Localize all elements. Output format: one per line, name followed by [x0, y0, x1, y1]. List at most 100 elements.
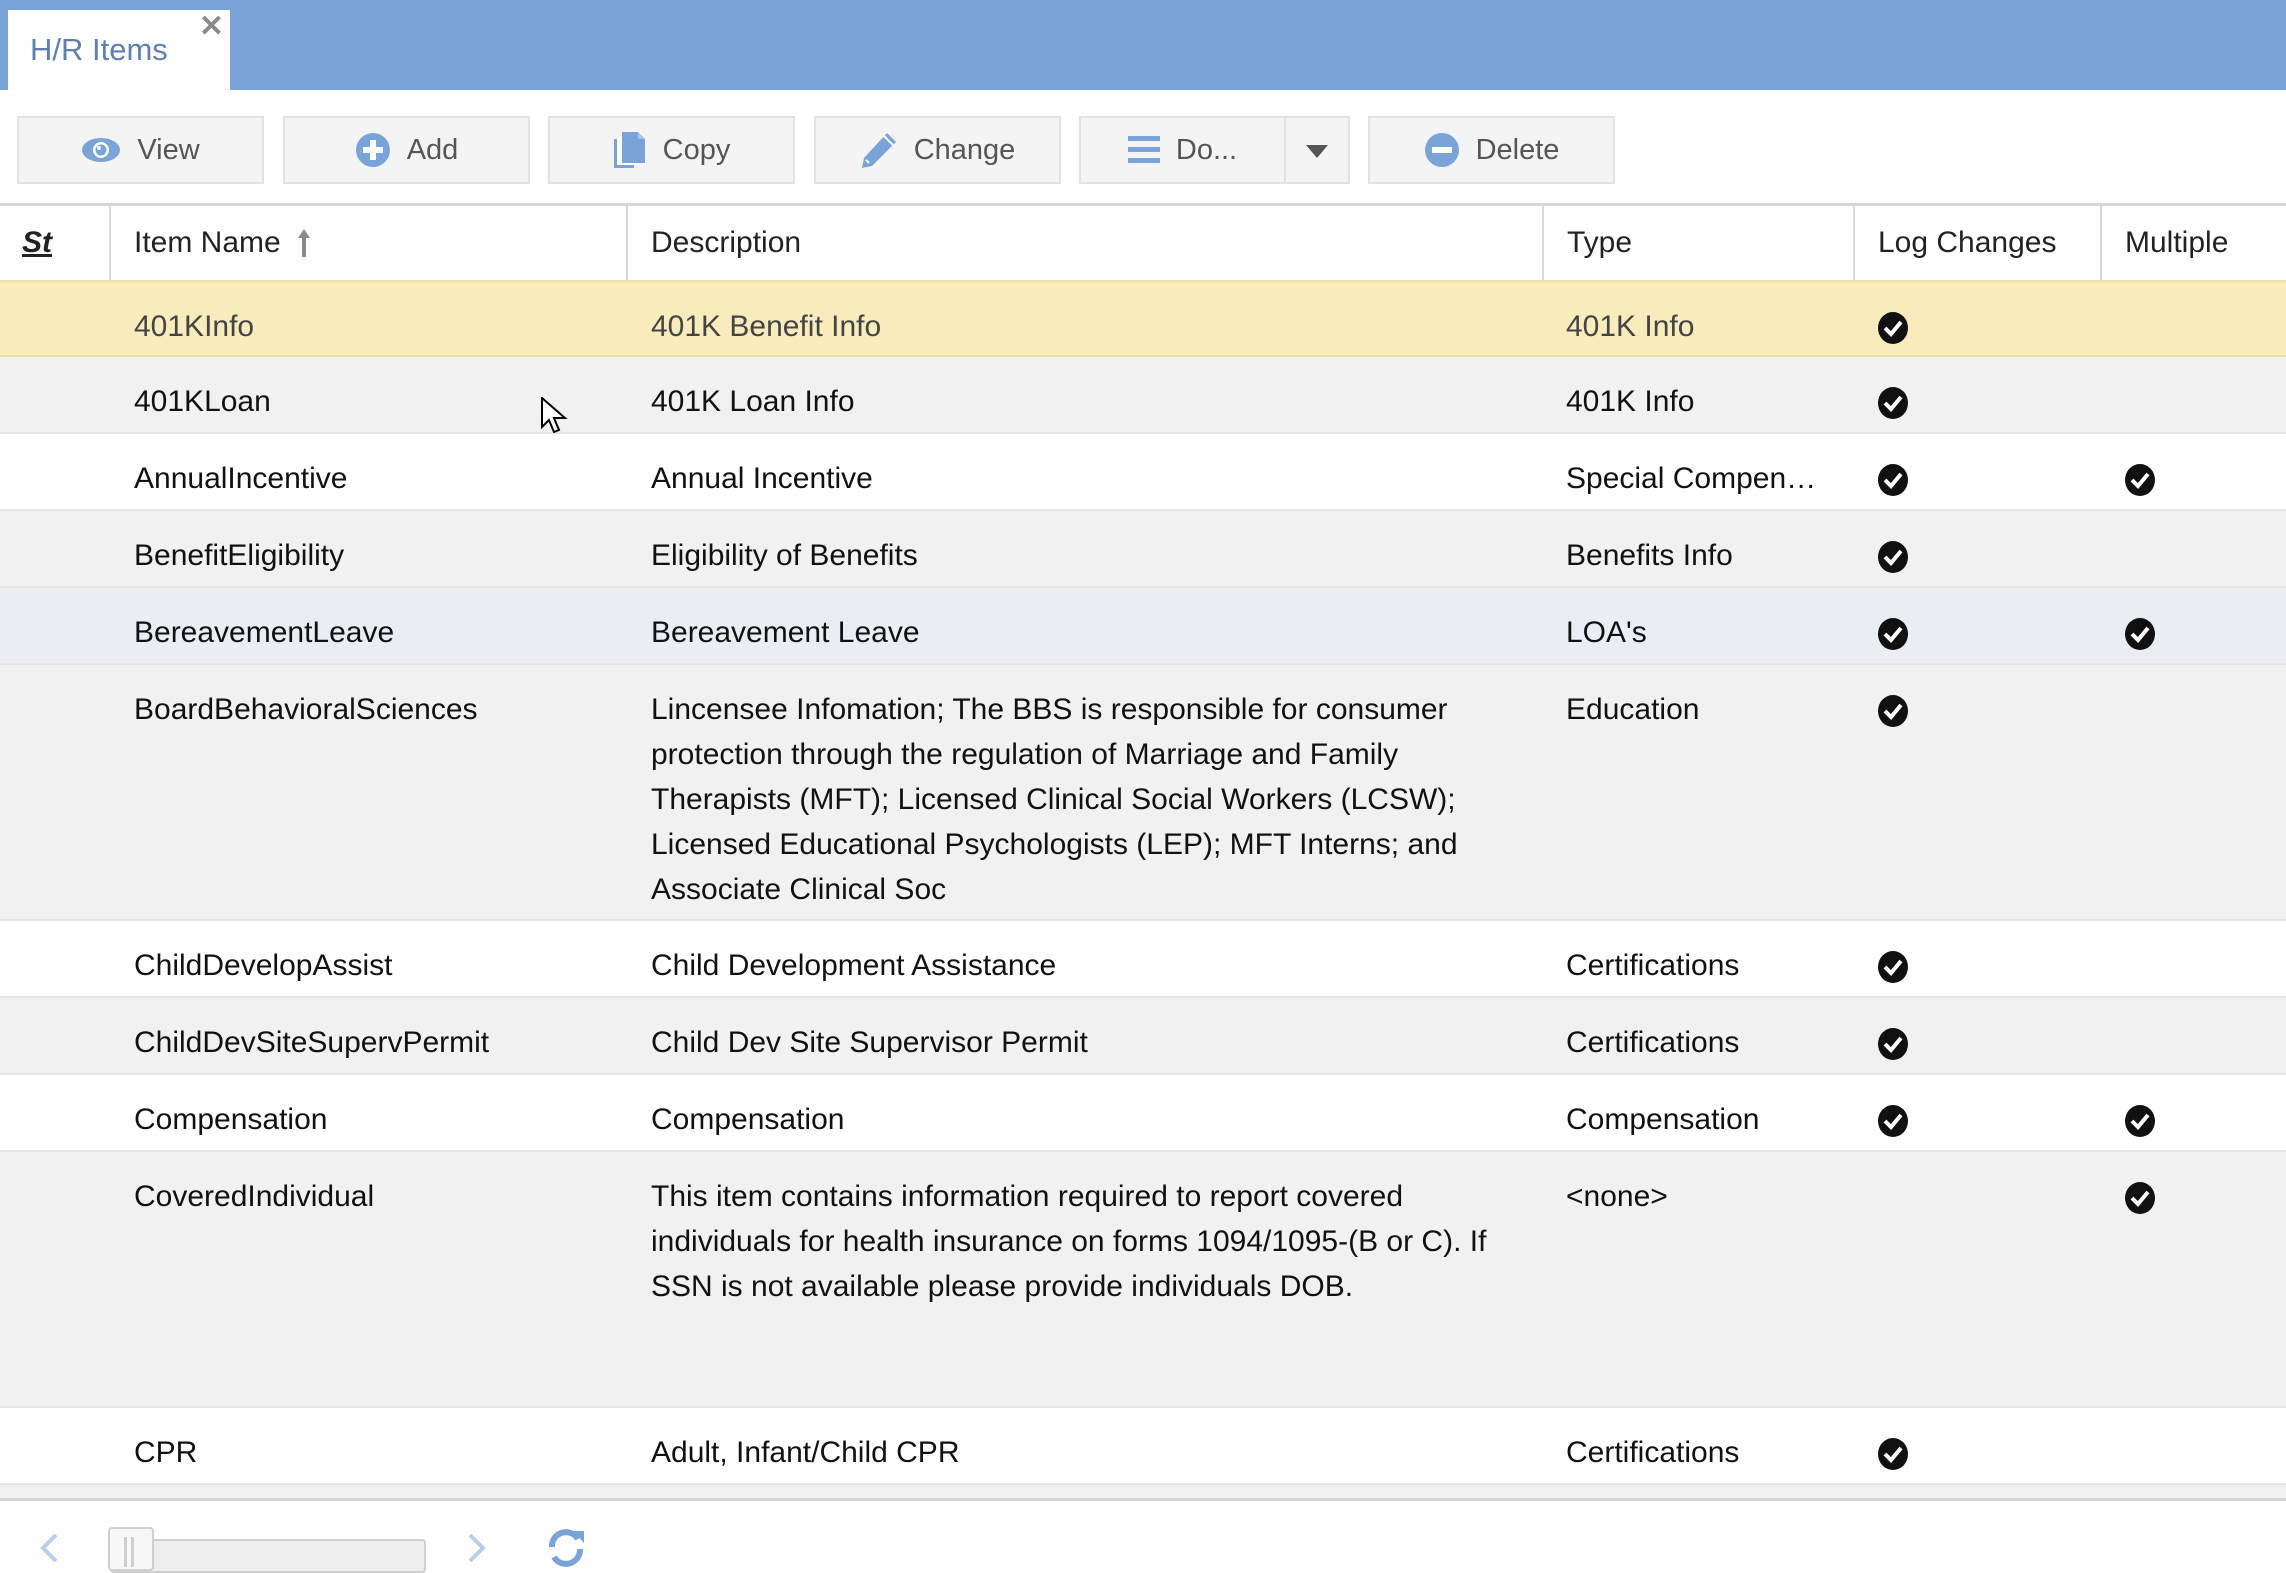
table-row[interactable]: Compensation Compensation Compensation: [0, 1075, 2286, 1152]
column-header-item-name[interactable]: Item Name: [111, 206, 628, 280]
log-changes-cell: [1877, 1152, 1937, 1181]
item-name-cell: CPR: [134, 1436, 198, 1469]
description-cell: Eligibility of Benefits: [651, 539, 918, 572]
do-button[interactable]: Do...: [1079, 116, 1285, 184]
column-header-log-changes[interactable]: Log Changes: [1855, 206, 2102, 280]
log-changes-cell: [1877, 511, 1937, 574]
table-row[interactable]: CPR Adult, Infant/Child CPR Certifications: [0, 1408, 2286, 1485]
multiple-cell: [2124, 434, 2184, 497]
table-row[interactable]: 401KLoan 401K Loan Info 401K Info: [0, 357, 2286, 434]
tab-title: H/R Items: [30, 32, 168, 67]
pager: [0, 1501, 2286, 1573]
change-label: Change: [913, 133, 1016, 166]
check-circle-icon: [1877, 1104, 1937, 1138]
sort-ascending-icon: [297, 229, 311, 257]
change-button[interactable]: Change: [814, 116, 1061, 184]
column-header-item-name-label: Item Name: [134, 226, 281, 259]
log-changes-cell: [1877, 1075, 1937, 1138]
check-circle-icon: [1877, 694, 1937, 728]
minus-circle-icon: [1424, 132, 1460, 168]
copy-icon: [613, 131, 647, 169]
check-circle-icon: [1877, 950, 1937, 984]
multiple-cell: [2124, 665, 2184, 694]
table-row[interactable]: BereavementLeave Bereavement Leave LOA's: [0, 588, 2286, 665]
description-cell: 401K Benefit Info: [651, 310, 882, 343]
type-cell: 401K Info: [1566, 385, 1695, 418]
table-row[interactable]: CoveredIndividual This item contains info…: [0, 1152, 2286, 1408]
check-circle-icon: [1877, 540, 1937, 574]
check-circle-icon: [1877, 1437, 1937, 1471]
item-name-cell: DentalIns: [134, 1485, 614, 1499]
type-cell: Certifications: [1566, 1026, 1740, 1059]
table-row[interactable]: ChildDevSiteSupervPermit Child Dev Site S…: [0, 998, 2286, 1075]
multiple-cell: [2124, 1075, 2184, 1138]
item-name-cell: CoveredIndividual: [134, 1180, 375, 1213]
log-changes-cell: [1877, 282, 1937, 345]
multiple-cell: [2124, 1152, 2184, 1215]
item-name-cell: Compensation: [134, 1103, 328, 1136]
description-cell: This item contains information required …: [651, 1180, 1487, 1303]
description-cell: Dental Insurance: [651, 1485, 1531, 1499]
type-cell: 401K Info: [1566, 310, 1695, 343]
chevron-left-icon[interactable]: [38, 1533, 60, 1568]
caret-down-icon: [1306, 134, 1328, 167]
delete-label: Delete: [1475, 133, 1560, 166]
column-header-description[interactable]: Description: [628, 206, 1544, 280]
check-circle-icon: [1877, 311, 1937, 345]
column-header-multiple[interactable]: Multiple: [2102, 206, 2286, 280]
type-cell: Compensation: [1566, 1103, 1760, 1136]
page-slider-track[interactable]: [110, 1539, 426, 1573]
chevron-right-icon[interactable]: [466, 1533, 488, 1568]
tab-hr-items[interactable]: H/R Items ✕: [8, 10, 230, 90]
table-row[interactable]: AnnualIncentive Annual Incentive Special C…: [0, 434, 2286, 511]
copy-label: Copy: [662, 133, 731, 166]
do-label: Do...: [1175, 133, 1238, 166]
add-button[interactable]: Add: [283, 116, 530, 184]
multiple-cell: [2124, 511, 2184, 540]
log-changes-cell: [1877, 921, 1937, 984]
description-cell: 401K Loan Info: [651, 385, 855, 418]
item-name-cell: BenefitEligibility: [134, 539, 345, 572]
view-button[interactable]: View: [17, 116, 264, 184]
toolbar: View Add Copy Change Do... Delete: [0, 116, 2286, 186]
check-circle-icon: [2124, 617, 2184, 651]
log-changes-cell: [1877, 998, 1937, 1061]
add-label: Add: [406, 133, 459, 166]
item-name-cell: 401KLoan: [134, 385, 271, 418]
log-changes-cell: [1877, 665, 1937, 728]
check-circle-icon: [2124, 1181, 2184, 1215]
table-row[interactable]: 401KInfo 401K Benefit Info 401K Info: [0, 280, 2286, 357]
table-row[interactable]: ChildDevelopAssist Child Development Assi…: [0, 921, 2286, 998]
table-row[interactable]: DentalIns Dental Insurance Benefits Info: [0, 1485, 2286, 1499]
column-header-st[interactable]: St: [0, 206, 111, 280]
menu-icon: [1127, 136, 1160, 164]
type-cell: Benefits Info: [1566, 539, 1733, 572]
copy-button[interactable]: Copy: [548, 116, 795, 184]
refresh-icon[interactable]: [546, 1527, 586, 1572]
check-circle-icon: [2124, 1104, 2184, 1138]
page-slider-thumb[interactable]: [108, 1527, 154, 1571]
column-header-type[interactable]: Type: [1544, 206, 1855, 280]
multiple-cell: [2124, 1408, 2184, 1437]
type-cell: <none>: [1566, 1180, 1668, 1213]
multiple-cell: [2124, 588, 2184, 651]
check-circle-icon: [1877, 386, 1937, 420]
close-icon[interactable]: ✕: [199, 12, 224, 42]
log-changes-cell: [1877, 1408, 1937, 1471]
type-cell: Certifications: [1566, 949, 1740, 982]
do-dropdown-button[interactable]: [1284, 116, 1350, 184]
item-name-cell: 401KInfo: [134, 310, 255, 343]
description-cell: Child Dev Site Supervisor Permit: [651, 1026, 1088, 1059]
multiple-cell: [2124, 1485, 2184, 1499]
log-changes-cell: [1877, 434, 1937, 497]
view-label: View: [137, 133, 200, 166]
type-cell: LOA's: [1566, 616, 1647, 649]
delete-button[interactable]: Delete: [1368, 116, 1615, 184]
table-row[interactable]: BoardBehavioralSciences Lincensee Infomat…: [0, 665, 2286, 921]
table-row[interactable]: BenefitEligibility Eligibility of Benefit…: [0, 511, 2286, 588]
check-circle-icon: [2124, 463, 2184, 497]
log-changes-cell: [1877, 1485, 1937, 1499]
description-cell: Compensation: [651, 1103, 845, 1136]
tab-bar: H/R Items ✕: [0, 0, 2286, 90]
type-cell: Benefits Info: [1566, 1485, 1846, 1499]
